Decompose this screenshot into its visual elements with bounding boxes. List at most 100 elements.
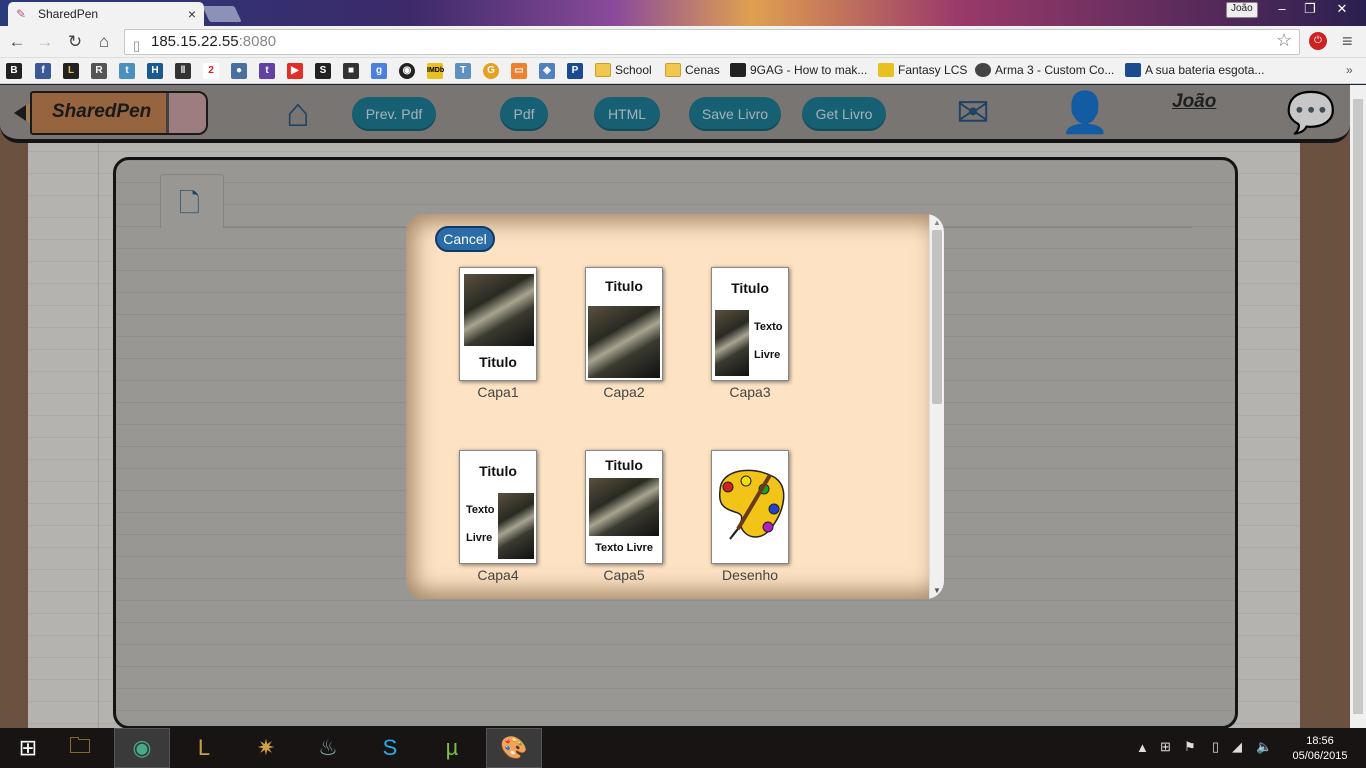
bookmark-bars-icon[interactable]: ‖ xyxy=(175,63,191,79)
9gag-icon xyxy=(730,63,746,77)
cover-title: Titulo xyxy=(479,463,517,479)
bookmark-b-icon[interactable]: B xyxy=(6,63,22,79)
league-taskbar-icon[interactable]: L xyxy=(176,728,232,768)
page-icon: ▯ xyxy=(133,38,141,53)
battery-icon[interactable]: ▯ xyxy=(1212,739,1219,755)
bookmark-chat-icon[interactable]: ▭ xyxy=(511,63,527,79)
close-window-icon[interactable]: ✕ xyxy=(1328,0,1356,18)
skype-taskbar-icon[interactable]: S xyxy=(362,728,418,768)
template-capa5[interactable]: Titulo Texto Livre xyxy=(585,450,663,564)
bookmark-g-icon[interactable]: G xyxy=(483,63,499,79)
chrome-taskbar-icon[interactable]: ◉ xyxy=(114,728,170,768)
tray-arrow-icon[interactable]: ▲ xyxy=(1136,740,1149,755)
restore-icon[interactable]: ❐ xyxy=(1296,0,1324,18)
bookmark-cenas[interactable]: Cenas xyxy=(665,63,720,77)
clock-time: 18:56 xyxy=(1306,735,1334,747)
league-icon[interactable]: L xyxy=(63,63,79,79)
cover-image xyxy=(589,478,659,536)
facebook-icon[interactable]: f xyxy=(35,63,51,79)
bookmark-t-icon[interactable]: T xyxy=(455,63,471,79)
bookmarks-overflow-icon[interactable]: » xyxy=(1346,63,1353,77)
volume-icon[interactable]: 🔈 xyxy=(1256,739,1272,755)
template-desenho[interactable] xyxy=(711,450,789,564)
bookmark-school[interactable]: School xyxy=(595,63,652,77)
home-icon[interactable]: ⌂ xyxy=(93,31,115,53)
bookmark-blue-icon[interactable]: ● xyxy=(231,63,247,79)
bookmark-eye-icon[interactable]: ◉ xyxy=(399,63,415,79)
cover-text: Texto xyxy=(754,321,783,333)
template-capa2[interactable]: Titulo xyxy=(585,267,663,381)
fantasy-icon xyxy=(878,63,894,77)
cover-title: Titulo xyxy=(479,354,517,370)
bookmark-arma3[interactable]: Arma 3 - Custom Co... xyxy=(975,63,1114,77)
browser-tab[interactable]: ✎ SharedPen × xyxy=(8,2,204,26)
taskbar-clock[interactable]: 18:56 05/06/2015 xyxy=(1290,734,1350,764)
minimize-icon[interactable]: – xyxy=(1268,0,1296,18)
modal-scrollbar[interactable]: ▲ ▼ xyxy=(929,214,944,599)
bookmarks-bar: B f L R t H ‖ 2 ● t ▶ S ■ g ◉ IMDb T G ▭… xyxy=(0,58,1366,84)
template-picker-modal: Cancel Titulo Capa1 Titulo Capa2 Titulo … xyxy=(406,214,944,599)
template-capa4[interactable]: Titulo Texto Livre xyxy=(459,450,537,564)
imdb-icon[interactable]: IMDb xyxy=(427,63,444,79)
template-caption: Capa3 xyxy=(729,384,771,400)
scrollbar-thumb[interactable] xyxy=(932,230,942,404)
bookmark-star-icon[interactable]: ☆ xyxy=(1276,30,1292,51)
paint-palette-icon xyxy=(718,469,785,540)
paint-taskbar-icon[interactable]: 🎨 xyxy=(486,728,542,768)
cover-image xyxy=(588,306,660,378)
chrome-menu-icon[interactable]: ≡ xyxy=(1342,31,1353,52)
url-port: :8080 xyxy=(238,33,277,50)
cover-text: Livre xyxy=(466,532,493,544)
forward-icon[interactable]: → xyxy=(34,31,56,53)
p-icon xyxy=(1125,63,1141,77)
back-icon[interactable]: ← xyxy=(6,31,28,53)
folder-icon xyxy=(595,63,611,77)
folder-icon xyxy=(665,63,681,77)
reload-icon[interactable]: ↻ xyxy=(64,31,86,53)
bookmark-logo-icon[interactable]: ◈ xyxy=(539,63,555,79)
profile-button[interactable]: João xyxy=(1226,2,1258,18)
url-host: 185.15.22.55 xyxy=(151,33,239,50)
scroll-down-icon[interactable]: ▼ xyxy=(933,586,941,595)
network-icon[interactable]: ◢ xyxy=(1232,739,1242,755)
bookmark-car-icon[interactable]: ■ xyxy=(343,63,359,79)
sharedpen-favicon-icon: ✎ xyxy=(16,7,27,21)
bookmark-bateria[interactable]: A sua bateria esgota... xyxy=(1125,63,1264,77)
cancel-button[interactable]: Cancel xyxy=(435,226,495,252)
action-center-icon[interactable]: ⊞ xyxy=(1160,739,1171,755)
flag-icon[interactable]: ⚑ xyxy=(1184,739,1196,755)
page-scrollbar[interactable] xyxy=(1350,85,1366,728)
windows-start-icon[interactable]: ⊞ xyxy=(0,728,56,768)
utorrent-taskbar-icon[interactable]: µ xyxy=(424,728,480,768)
cover-title: Titulo xyxy=(605,278,643,294)
cover-text: Texto xyxy=(466,504,495,516)
cover-title: Titulo xyxy=(731,280,769,296)
hearthstone-taskbar-icon[interactable]: ✷ xyxy=(238,728,294,768)
youtube-icon[interactable]: ▶ xyxy=(287,63,303,79)
twitch-icon[interactable]: t xyxy=(259,63,275,79)
clock-date: 05/06/2015 xyxy=(1292,750,1348,762)
template-caption: Capa4 xyxy=(477,567,519,583)
scroll-up-icon[interactable]: ▲ xyxy=(933,218,941,227)
address-bar[interactable]: ▯ 185.15.22.55:8080 xyxy=(124,29,1300,55)
cover-text: Texto Livre xyxy=(595,542,653,554)
bookmark-tweet-icon[interactable]: t xyxy=(119,63,135,79)
browser-toolbar: ← → ↻ ⌂ ▯ 185.15.22.55:8080 xyxy=(0,26,1366,58)
bookmark-s-icon[interactable]: S xyxy=(315,63,331,79)
bookmark-rs-icon[interactable]: R xyxy=(91,63,107,79)
template-caption: Capa5 xyxy=(603,567,645,583)
bookmark-9gag[interactable]: 9GAG - How to mak... xyxy=(730,63,867,77)
bookmark-fantasy-lcs[interactable]: Fantasy LCS xyxy=(878,63,967,77)
template-capa1[interactable]: Titulo xyxy=(459,267,537,381)
template-capa3[interactable]: Titulo Texto Livre xyxy=(711,267,789,381)
steam-taskbar-icon[interactable]: ♨ xyxy=(300,728,356,768)
close-tab-icon[interactable]: × xyxy=(188,6,196,22)
new-tab-button[interactable] xyxy=(202,6,242,22)
adblock-extension-icon[interactable]: ⏻ xyxy=(1309,32,1327,50)
google-icon[interactable]: g xyxy=(371,63,387,79)
bookmark-p-icon[interactable]: P xyxy=(567,63,583,79)
file-explorer-icon[interactable]: 🗀 xyxy=(52,728,108,768)
bookmark-2-icon[interactable]: 2 xyxy=(203,63,219,79)
cover-title: Titulo xyxy=(605,457,643,473)
bookmark-h-icon[interactable]: H xyxy=(147,63,163,79)
